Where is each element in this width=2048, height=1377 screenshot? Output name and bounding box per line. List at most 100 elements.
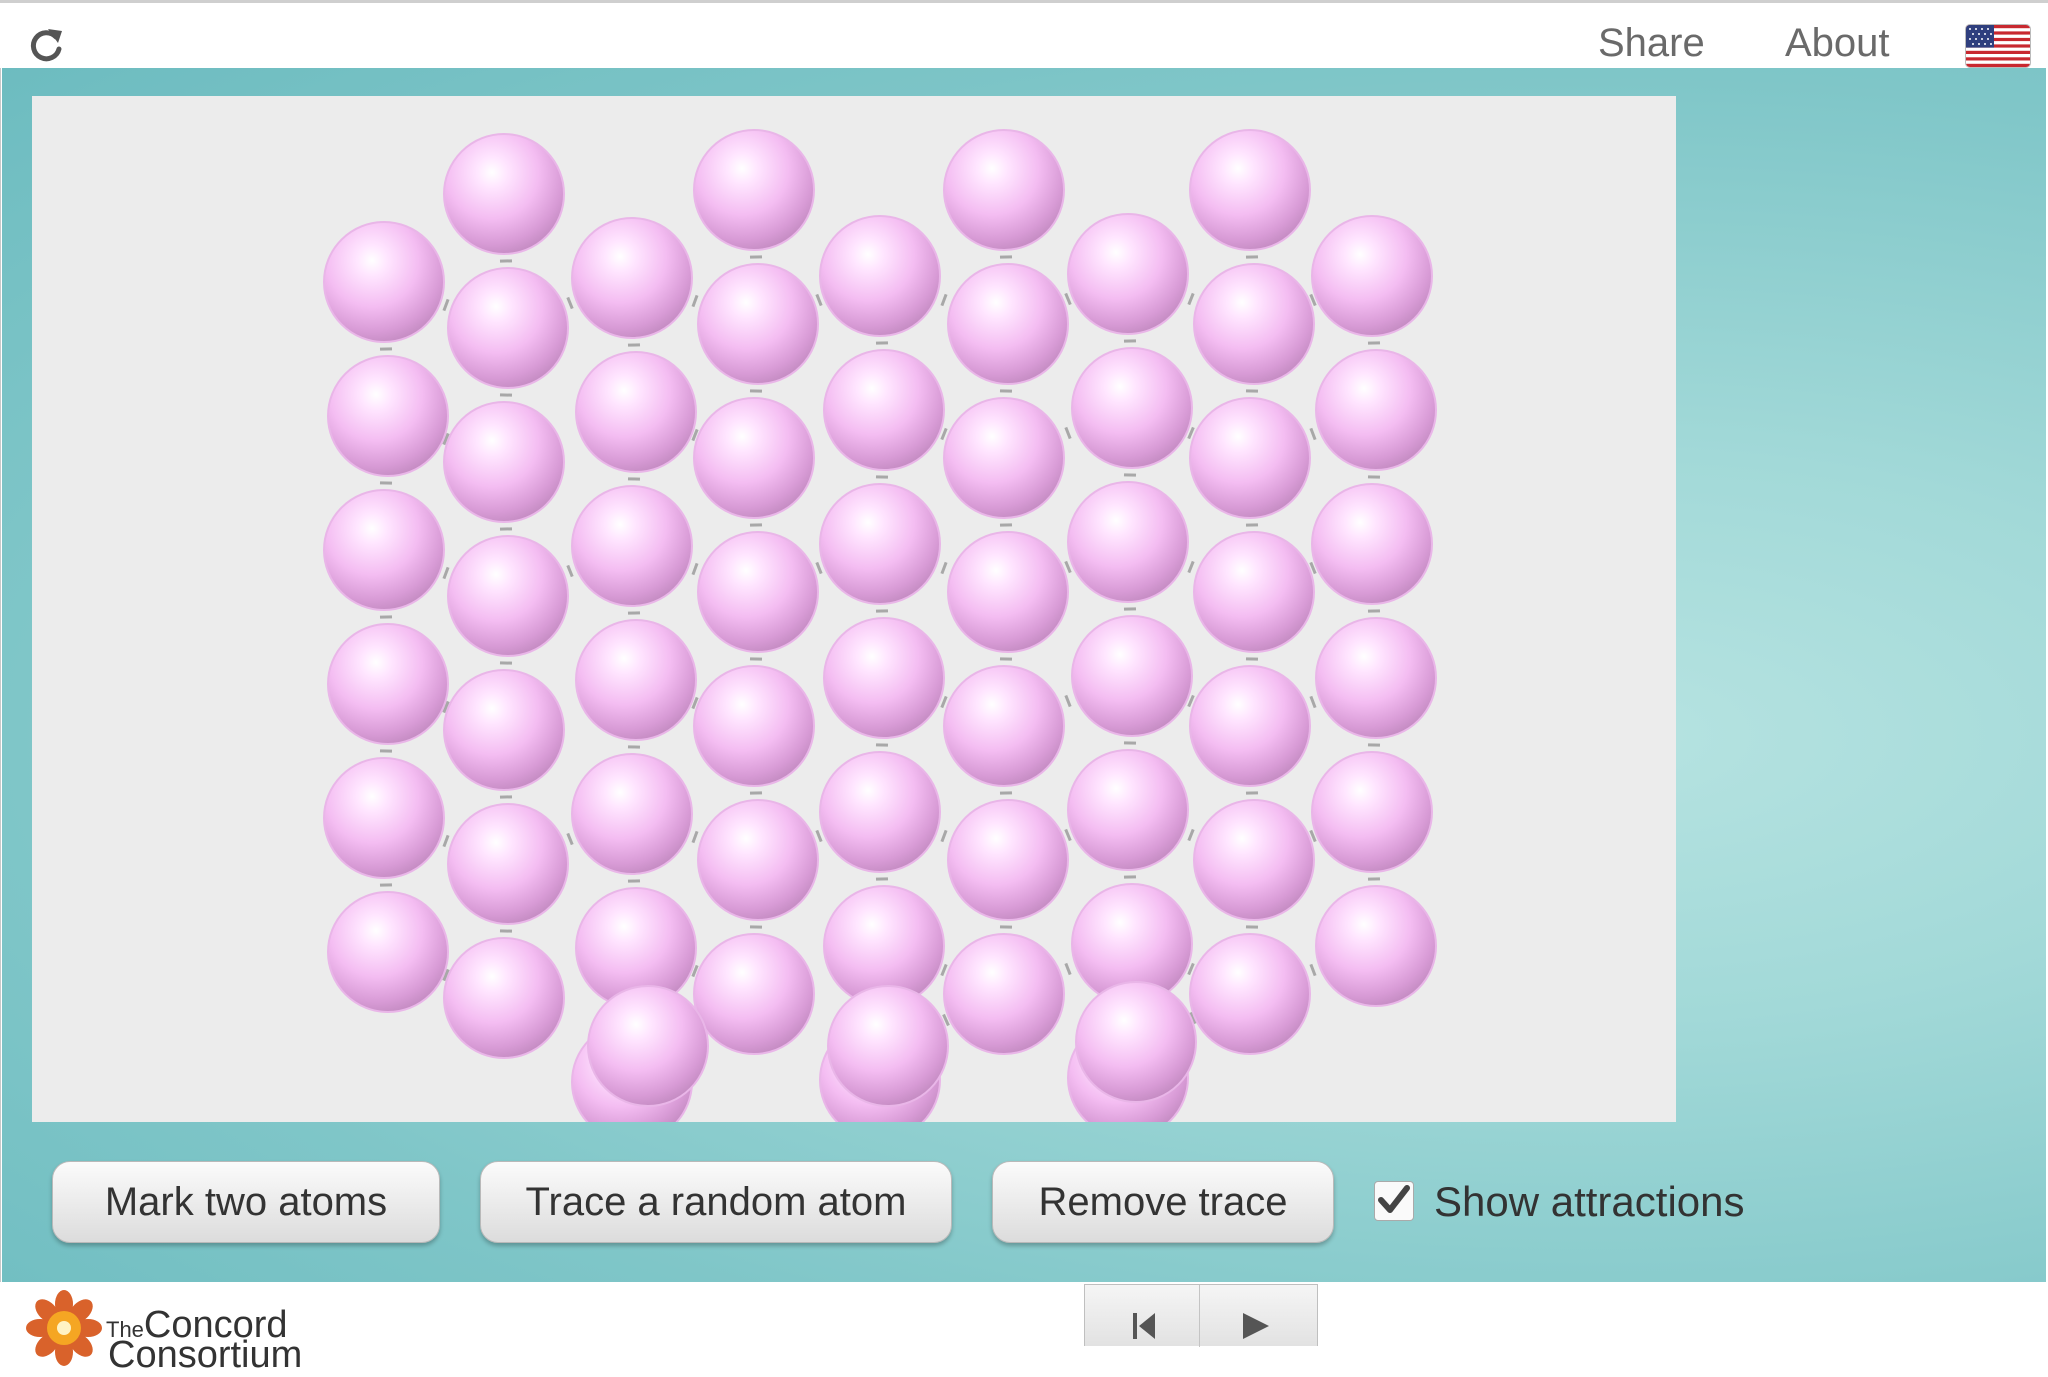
show-attractions-label: Show attractions <box>1434 1178 1745 1226</box>
atom[interactable] <box>576 620 696 740</box>
remove-trace-button[interactable]: Remove trace <box>992 1161 1334 1243</box>
atom[interactable] <box>1316 886 1436 1006</box>
attraction-mark <box>1189 561 1193 572</box>
attraction-mark <box>1066 427 1070 438</box>
atom[interactable] <box>328 624 448 744</box>
atom[interactable] <box>448 268 568 388</box>
atom[interactable] <box>1068 214 1188 334</box>
atom[interactable] <box>1072 348 1192 468</box>
atom[interactable] <box>1072 616 1192 736</box>
mark-two-atoms-button[interactable]: Mark two atoms <box>52 1161 440 1243</box>
atom[interactable] <box>444 134 564 254</box>
atom[interactable] <box>444 938 564 1058</box>
about-link[interactable]: About <box>1785 21 1890 66</box>
atom[interactable] <box>1190 398 1310 518</box>
atom[interactable] <box>576 352 696 472</box>
atom[interactable] <box>328 892 448 1012</box>
playback-controls <box>1084 1284 1318 1346</box>
atom[interactable] <box>324 490 444 610</box>
atom[interactable] <box>1312 216 1432 336</box>
atom[interactable] <box>1068 482 1188 602</box>
atom[interactable] <box>944 934 1064 1054</box>
us-flag-icon[interactable] <box>1966 25 2030 67</box>
attraction-mark <box>942 964 946 975</box>
attraction-mark <box>693 831 697 842</box>
atom[interactable] <box>944 666 1064 786</box>
attraction-mark <box>817 562 821 573</box>
atom[interactable] <box>1312 752 1432 872</box>
attraction-mark <box>942 696 946 707</box>
atom[interactable] <box>324 222 444 342</box>
atom[interactable] <box>1194 532 1314 652</box>
atoms-layer[interactable] <box>32 96 1676 1122</box>
atom[interactable] <box>588 986 708 1106</box>
reload-icon[interactable] <box>26 25 66 65</box>
attraction-mark <box>1066 695 1070 706</box>
attraction-mark <box>1066 561 1071 572</box>
attraction-mark <box>817 830 821 841</box>
attraction-mark <box>1189 829 1193 840</box>
atom[interactable] <box>1194 800 1314 920</box>
atom[interactable] <box>944 398 1064 518</box>
atom[interactable] <box>694 130 814 250</box>
attraction-mark <box>942 294 946 305</box>
atom[interactable] <box>820 216 940 336</box>
atom[interactable] <box>698 532 818 652</box>
atom[interactable] <box>1190 130 1310 250</box>
top-bar: Share About <box>0 0 2048 68</box>
show-attractions-checkbox[interactable] <box>1374 1181 1414 1221</box>
attraction-mark <box>817 294 821 305</box>
atom[interactable] <box>698 264 818 384</box>
step-back-icon[interactable] <box>1131 1311 1159 1346</box>
atom[interactable] <box>1190 666 1310 786</box>
atom[interactable] <box>1190 934 1310 1054</box>
atom[interactable] <box>1068 750 1188 870</box>
atom[interactable] <box>572 754 692 874</box>
atom[interactable] <box>444 670 564 790</box>
attraction-mark <box>1066 829 1071 840</box>
atom[interactable] <box>1076 982 1196 1102</box>
atom[interactable] <box>948 800 1068 920</box>
attraction-mark <box>568 297 572 308</box>
attraction-mark <box>444 567 448 578</box>
atom[interactable] <box>828 986 948 1106</box>
atom[interactable] <box>1316 618 1436 738</box>
atom[interactable] <box>694 666 814 786</box>
atom[interactable] <box>572 218 692 338</box>
attraction-mark <box>444 835 448 846</box>
attraction-mark <box>1066 963 1070 974</box>
atom[interactable] <box>944 130 1064 250</box>
atom[interactable] <box>820 484 940 604</box>
atom[interactable] <box>694 934 814 1054</box>
atom[interactable] <box>1316 350 1436 470</box>
atom[interactable] <box>948 532 1068 652</box>
atom[interactable] <box>448 804 568 924</box>
atom[interactable] <box>1312 484 1432 604</box>
logo-text-line2: Consortium <box>108 1334 302 1377</box>
attraction-mark <box>1311 964 1315 975</box>
trace-random-atom-button[interactable]: Trace a random atom <box>480 1161 952 1243</box>
atom[interactable] <box>444 402 564 522</box>
atom[interactable] <box>448 536 568 656</box>
attraction-mark <box>942 830 946 841</box>
concord-logo-icon <box>26 1290 102 1366</box>
atom[interactable] <box>1194 264 1314 384</box>
attraction-mark <box>1189 293 1193 304</box>
atom[interactable] <box>820 752 940 872</box>
atom[interactable] <box>572 486 692 606</box>
atom[interactable] <box>694 398 814 518</box>
atom[interactable] <box>948 264 1068 384</box>
attraction-mark <box>1189 695 1194 706</box>
share-link[interactable]: Share <box>1598 21 1705 66</box>
attraction-mark <box>1066 293 1071 304</box>
atom[interactable] <box>324 758 444 878</box>
atom[interactable] <box>824 618 944 738</box>
molecular-model-canvas[interactable] <box>32 96 1676 1122</box>
atom[interactable] <box>328 356 448 476</box>
atom[interactable] <box>824 350 944 470</box>
attraction-mark <box>1189 963 1194 974</box>
atom[interactable] <box>698 800 818 920</box>
attraction-mark <box>693 563 697 574</box>
play-icon[interactable] <box>1241 1311 1271 1346</box>
attraction-mark <box>1189 427 1194 438</box>
